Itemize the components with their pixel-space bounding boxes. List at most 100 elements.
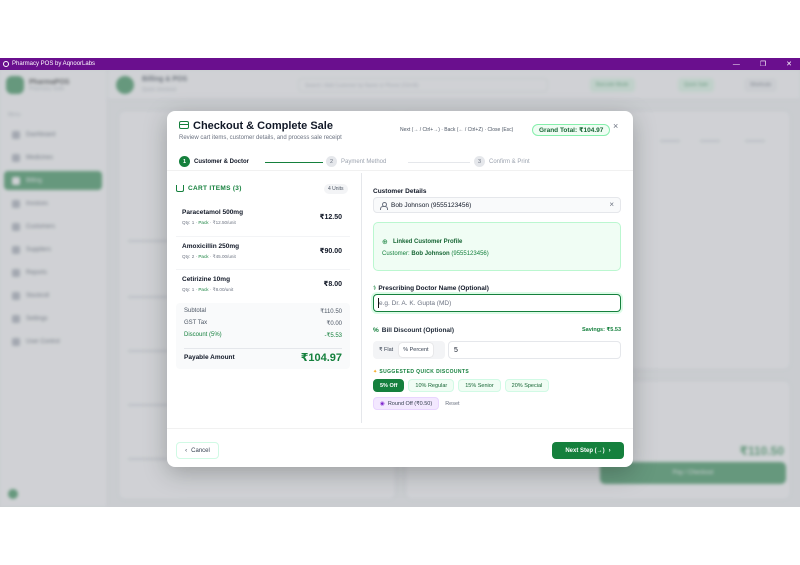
window-title: Pharmacy POS by AqnoorLabs: [12, 61, 96, 67]
linked-prefix: Customer:: [382, 251, 410, 257]
item-qty: Qty: 2: [182, 254, 195, 259]
keyboard-hints: Next (→ / Ctrl+→) · Back (← / Ctrl+Z) · …: [400, 127, 514, 133]
customer-value: Bob Johnson (9555123456): [391, 202, 472, 209]
stepper: 1 Customer & Doctor 2 Payment Method 3 C…: [167, 153, 633, 171]
tax-label: GST Tax: [184, 320, 208, 326]
modal-subtitle: Review cart items, customer details, and…: [179, 135, 342, 141]
item-unit: Pack: [198, 220, 209, 225]
doctor-name-input[interactable]: e.g. Dr. A. K. Gupta (MD): [373, 294, 621, 312]
window-titlebar: Pharmacy POS by AqnoorLabs — ❐ ✕: [0, 58, 800, 70]
percent-icon: %: [373, 327, 379, 334]
user-icon: [380, 202, 388, 210]
app-icon: [3, 61, 9, 67]
app-window: Pharmacy POS by AqnoorLabs — ❐ ✕ PharmaP…: [0, 0, 800, 565]
doctor-placeholder: e.g. Dr. A. K. Gupta (MD): [379, 299, 452, 307]
item-rate: ₹45.00/unit: [212, 254, 236, 259]
discount-label: Bill Discount (Optional): [381, 327, 454, 334]
savings-value: Savings: ₹5.53: [582, 327, 621, 333]
step-customer-doctor[interactable]: 1 Customer & Doctor: [179, 156, 249, 167]
step-connector: [265, 162, 323, 163]
step-number: 2: [326, 156, 337, 167]
flat-mode-option[interactable]: ₹ Flat: [375, 343, 397, 357]
clear-customer-icon[interactable]: ×: [609, 200, 614, 209]
linked-customer-card: ⊕ Linked Customer Profile Customer: Bob …: [373, 222, 621, 271]
step-payment-method[interactable]: 2 Payment Method: [326, 156, 386, 167]
modal-title: Checkout & Complete Sale: [193, 120, 333, 132]
chip-20-special[interactable]: 20% Special: [504, 379, 550, 392]
next-step-button[interactable]: Next Step (→) ›: [552, 442, 624, 459]
chip-15-senior[interactable]: 15% Senior: [458, 379, 501, 392]
modal-footer: ‹ Cancel Next Step (→) ›: [167, 428, 633, 467]
subtotal-row: Subtotal ₹110.50: [184, 308, 342, 315]
discount-row: Discount (5%) -₹5.53: [184, 332, 342, 339]
linked-phone: (9555123456): [451, 251, 489, 257]
column-divider: [361, 173, 362, 423]
round-icon: ◉: [380, 400, 385, 407]
reset-button[interactable]: Reset: [445, 401, 459, 407]
chevron-right-icon: ›: [608, 447, 611, 454]
discount-input[interactable]: 5: [448, 341, 621, 359]
rounding-controls: ◉ Round Off (₹0.50) Reset: [373, 397, 460, 410]
subtotal-value: ₹110.50: [320, 309, 342, 315]
cart-icon: [176, 185, 184, 192]
doctor-label: ⚕ Prescribing Doctor Name (Optional): [373, 284, 489, 292]
discount-label: Discount (5%): [184, 332, 222, 338]
chip-5-off[interactable]: 5% Off: [373, 379, 405, 392]
step-number: 3: [474, 156, 485, 167]
item-name: Cetirizine 10mg: [182, 276, 231, 283]
suggested-heading-text: SUGGESTED QUICK DISCOUNTS: [379, 369, 470, 375]
item-rate: ₹8.00/unit: [212, 287, 234, 292]
linked-customer-line: Customer: Bob Johnson (9555123456): [382, 251, 489, 257]
maximize-icon[interactable]: ❐: [760, 60, 766, 68]
close-window-icon[interactable]: ✕: [786, 60, 792, 68]
round-off-button[interactable]: ◉ Round Off (₹0.50): [373, 397, 440, 410]
payable-label: Payable Amount: [184, 354, 235, 361]
item-qty: Qty: 1: [182, 287, 195, 292]
cancel-button[interactable]: ‹ Cancel: [176, 442, 219, 459]
percent-mode-option[interactable]: % Percent: [399, 343, 433, 357]
discount-heading: % Bill Discount (Optional) Savings: ₹5.53: [373, 327, 621, 334]
step-label: Confirm & Print: [489, 158, 530, 165]
customer-field[interactable]: Bob Johnson (9555123456) ×: [373, 197, 621, 213]
linked-title: Linked Customer Profile: [393, 239, 463, 245]
discount-mode-toggle: ₹ Flat % Percent: [373, 341, 445, 359]
cart-item: Amoxicillin 250mg Qty: 2 · Pack · ₹45.00…: [176, 236, 350, 269]
summary-divider: [184, 348, 342, 349]
step-connector: [408, 162, 470, 163]
item-unit: Pack: [198, 287, 209, 292]
grand-total-badge: Grand Total: ₹104.97: [532, 124, 611, 136]
credit-card-icon: [179, 121, 189, 129]
discount-value: -₹5.53: [324, 333, 343, 339]
checkout-modal: Checkout & Complete Sale Review cart ite…: [167, 111, 633, 467]
cart-item: Cetirizine 10mg Qty: 1 · Pack · ₹8.00/un…: [176, 269, 350, 302]
item-price: ₹8.00: [323, 281, 343, 288]
item-meta: Qty: 1 · Pack · ₹12.50/unit: [182, 220, 236, 225]
round-off-label: Round Off (₹0.50): [387, 400, 433, 407]
tax-row: GST Tax ₹0.00: [184, 320, 342, 327]
units-badge: 4 Units: [324, 184, 348, 194]
window-controls: — ❐ ✕: [733, 58, 792, 70]
chevron-left-icon: ‹: [185, 447, 188, 454]
item-name: Amoxicillin 250mg: [182, 243, 240, 250]
cart-heading: CART ITEMS (3): [176, 185, 242, 192]
quick-discount-chips: 5% Off 10% Regular 15% Senior 20% Specia…: [373, 379, 550, 392]
cart-item: Paracetamol 500mg Qty: 1 · Pack · ₹12.50…: [176, 203, 350, 236]
minimize-icon[interactable]: —: [733, 61, 740, 68]
step-confirm-print[interactable]: 3 Confirm & Print: [474, 156, 530, 167]
doctor-label-text: Prescribing Doctor Name (Optional): [378, 285, 489, 292]
stethoscope-icon: ⚕: [373, 285, 377, 292]
next-label: Next Step (→): [565, 447, 605, 454]
cart-heading-label: CART ITEMS (3): [188, 185, 242, 192]
sparkle-icon: ✦: [373, 369, 378, 375]
close-icon[interactable]: ×: [613, 121, 618, 131]
tax-value: ₹0.00: [326, 321, 343, 327]
suggested-discounts-heading: ✦ SUGGESTED QUICK DISCOUNTS: [373, 369, 469, 375]
modal-header: Checkout & Complete Sale Review cart ite…: [167, 111, 633, 149]
chip-10-regular[interactable]: 10% Regular: [408, 379, 455, 392]
item-qty: Qty: 1: [182, 220, 195, 225]
step-label: Payment Method: [341, 158, 387, 165]
customer-details-label: Customer Details: [373, 188, 427, 195]
linked-name: Bob Johnson: [411, 251, 450, 257]
discount-row: ₹ Flat % Percent 5: [373, 341, 621, 359]
item-price: ₹12.50: [319, 214, 342, 221]
